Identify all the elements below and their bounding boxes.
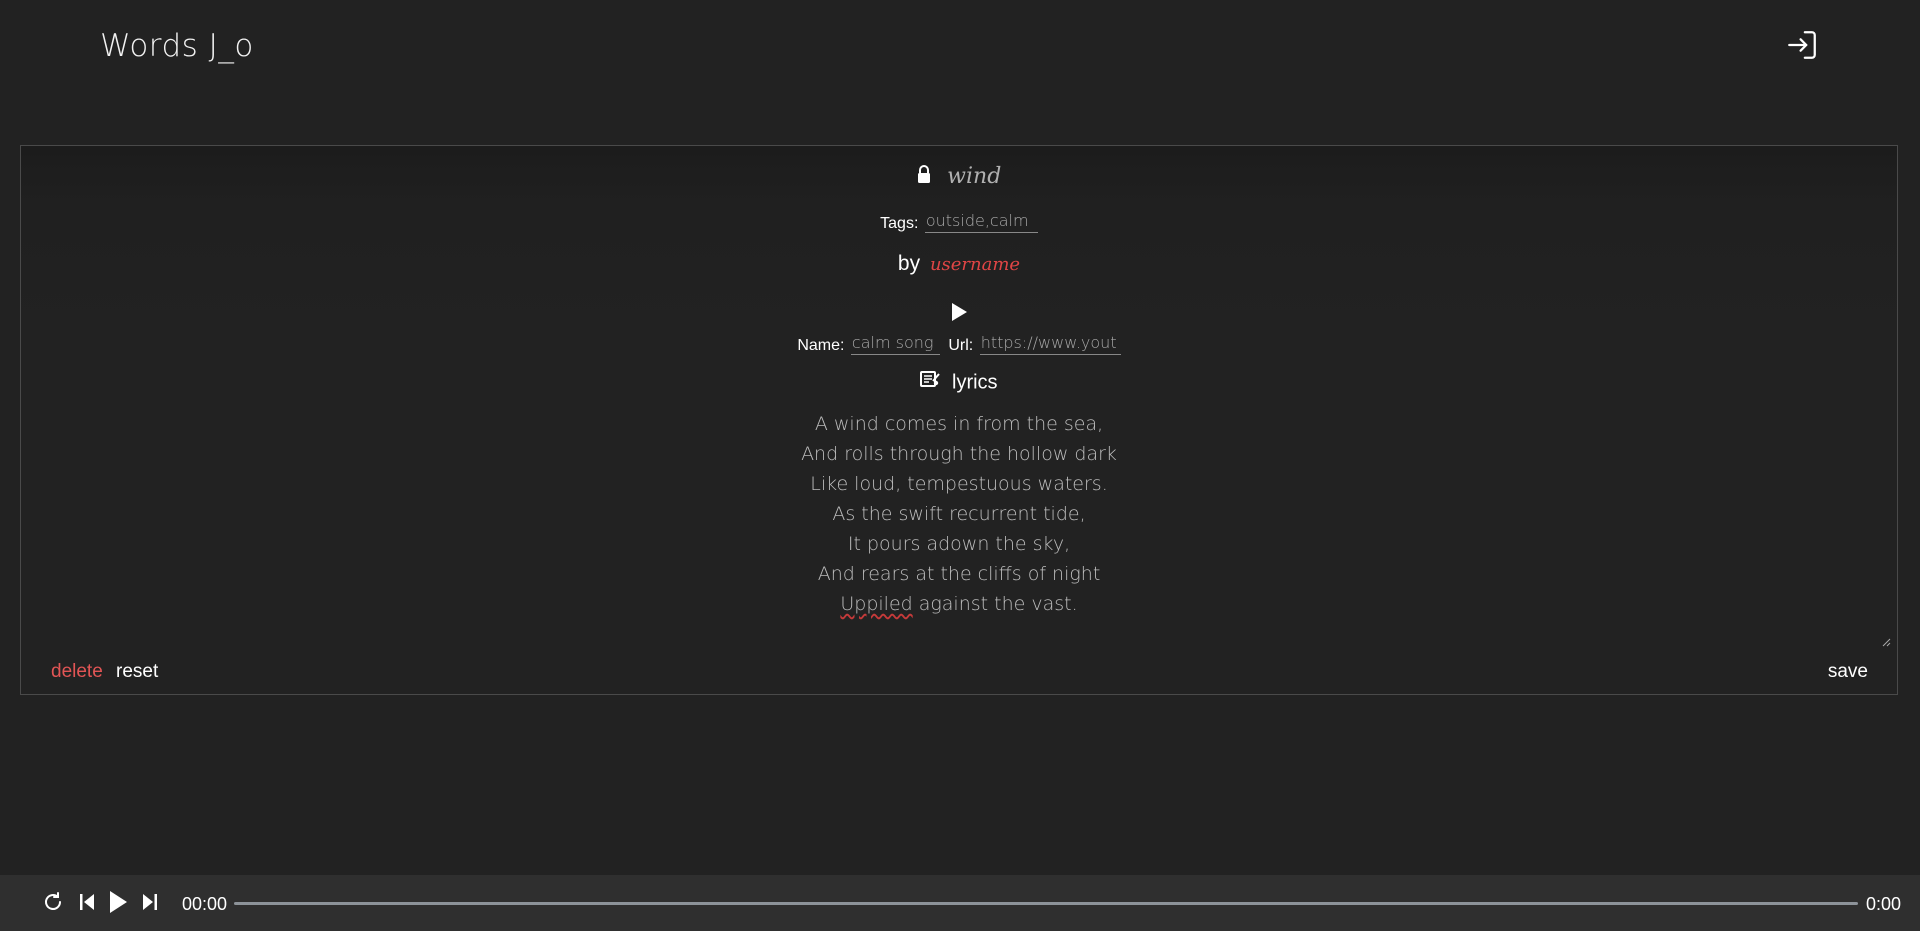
total-time: 0:00 — [1866, 894, 1902, 914]
player-play-icon[interactable] — [107, 889, 129, 920]
author-link[interactable]: username — [930, 254, 1020, 275]
audio-player-bar: 00:00 0:00 — [0, 875, 1920, 931]
save-button[interactable]: save — [1828, 661, 1868, 683]
lyrics-label: lyrics — [952, 371, 998, 394]
delete-button[interactable]: delete — [51, 661, 103, 683]
song-url-label: Url: — [948, 337, 974, 354]
repeat-icon[interactable] — [42, 891, 64, 918]
tags-input[interactable]: outside,calm — [924, 211, 1038, 233]
progress-slider[interactable] — [234, 902, 1858, 905]
app-logo[interactable]: Words J_o — [100, 28, 254, 64]
lyrics-line: Uppiled against the vast. — [21, 589, 1897, 619]
header: Words J_o — [0, 0, 1920, 100]
current-time: 00:00 — [182, 894, 228, 914]
tags-row: Tags: outside,calm — [21, 211, 1897, 233]
title-row: wind — [21, 164, 1897, 194]
lyrics-line: A wind comes in from the sea, — [814, 413, 1104, 435]
lyrics-line: And rears at the cliffs of night — [817, 563, 1101, 585]
lyrics-textarea[interactable]: A wind comes in from the sea, And rolls … — [21, 409, 1897, 619]
lyrics-line: And rolls through the hollow dark — [801, 443, 1117, 465]
tags-label: Tags: — [880, 215, 919, 232]
post-title[interactable]: wind — [947, 164, 1001, 189]
by-label: by — [897, 252, 921, 275]
textarea-resize-handle[interactable] — [1881, 634, 1891, 647]
previous-icon[interactable] — [78, 891, 96, 918]
lyrics-line: As the swift recurrent tide, — [832, 503, 1086, 525]
lyrics-line-rest: against the vast. — [912, 593, 1078, 615]
reset-button[interactable]: reset — [116, 661, 158, 683]
song-name-input[interactable]: calm song — [850, 333, 940, 355]
music-note-edit-icon — [920, 371, 941, 395]
song-fields-row: Name: calm song Url: https://www.yout — [21, 333, 1897, 355]
song-name-label: Name: — [797, 337, 845, 354]
author-row: by username — [21, 252, 1897, 276]
lyrics-line: It pours adown the sky, — [847, 533, 1071, 555]
song-url-input[interactable]: https://www.yout — [979, 333, 1121, 355]
next-icon[interactable] — [141, 891, 159, 918]
spellcheck-word[interactable]: Uppiled — [840, 593, 912, 615]
lock-icon[interactable] — [917, 164, 931, 189]
lyrics-line: Like loud, tempestuous waters. — [810, 473, 1108, 495]
play-icon[interactable] — [950, 303, 968, 326]
song-play-row — [21, 302, 1897, 326]
lyrics-header: lyrics — [21, 371, 1897, 395]
post-editor-card: wind Tags: outside,calm by username Name… — [20, 145, 1898, 695]
sign-in-icon[interactable] — [1785, 28, 1819, 62]
